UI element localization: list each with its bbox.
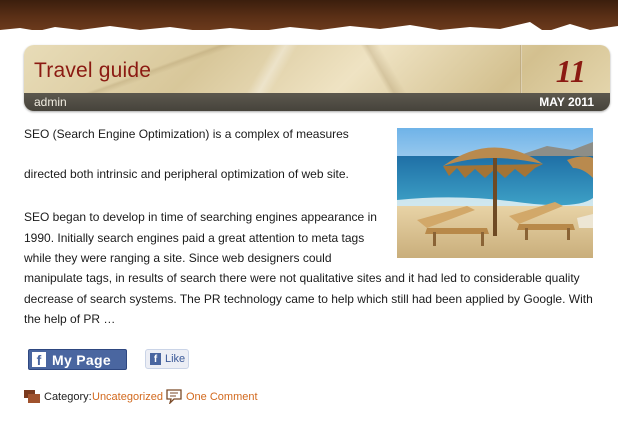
post-title[interactable]: Travel guide: [34, 59, 151, 83]
facebook-f-icon: f: [150, 353, 161, 365]
post-paragraph: directed both intrinsic and peripheral o…: [24, 167, 349, 181]
post-author[interactable]: admin: [34, 95, 67, 109]
category-label: Category:: [44, 391, 92, 403]
torn-paper-edge: [0, 22, 618, 48]
post-paragraph: manipulate tags, in results of search th…: [24, 271, 593, 326]
my-page-label: My Page: [52, 351, 111, 368]
facebook-my-page-button[interactable]: f My Page: [28, 349, 127, 370]
facebook-f-icon: f: [32, 352, 46, 368]
facebook-like-button[interactable]: f Like: [145, 349, 189, 369]
like-label: Like: [165, 353, 186, 365]
post-header: Travel guide 11 admin MAY 2011: [24, 45, 610, 111]
comments-link[interactable]: One Comment: [186, 391, 258, 403]
post-paragraph: SEO began to develop in time of searchin…: [24, 210, 377, 265]
date-day: 11: [555, 53, 586, 89]
category-icon: [24, 390, 40, 403]
comment-bubble-icon: [166, 389, 182, 404]
category-link[interactable]: Uncategorized: [92, 391, 163, 403]
meta-bar: admin MAY 2011: [24, 93, 610, 111]
date-month-year: MAY 2011: [539, 95, 594, 109]
beach-image: [397, 128, 593, 258]
post-paragraph: SEO (Search Engine Optimization) is a co…: [24, 127, 349, 141]
